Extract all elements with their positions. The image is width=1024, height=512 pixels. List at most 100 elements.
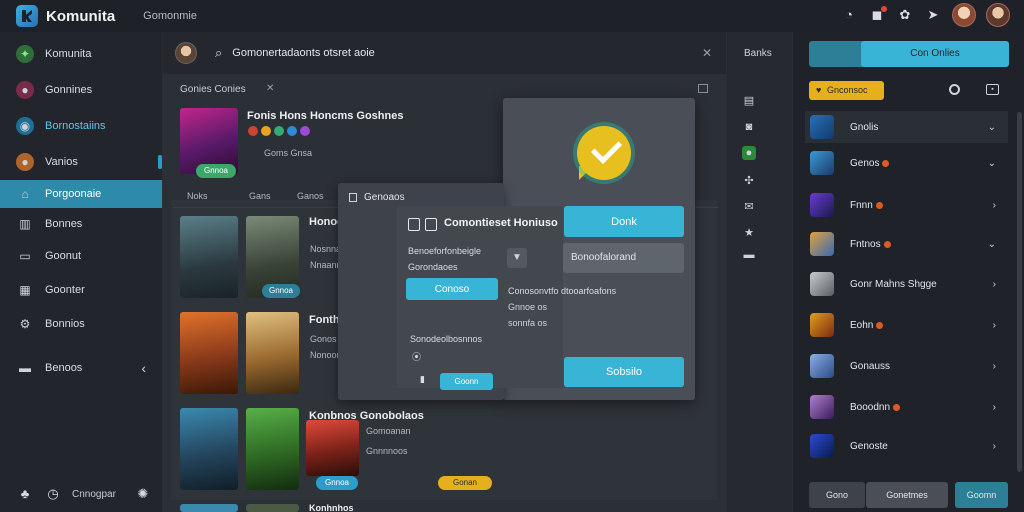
- friend-item[interactable]: Booodnn ›: [805, 391, 1008, 423]
- grid-icon: ▦: [19, 283, 31, 297]
- chevron-right-icon[interactable]: ›: [993, 402, 996, 413]
- game-cover[interactable]: [180, 216, 238, 298]
- lock-icon: ▮: [420, 374, 425, 384]
- ok-button[interactable]: Donk: [564, 206, 684, 237]
- game-title[interactable]: Konhnhos: [309, 503, 354, 512]
- settings-icon[interactable]: ✺: [134, 485, 152, 503]
- small-button[interactable]: Goonn: [440, 373, 493, 390]
- tab-gans[interactable]: Gans: [249, 191, 271, 201]
- friend-item[interactable]: Genos ⌄: [805, 147, 1008, 179]
- game-title[interactable]: Fonis Hons Honcms Goshnes: [247, 110, 403, 122]
- game-cover[interactable]: [246, 408, 299, 490]
- trash-icon[interactable]: ▼: [507, 248, 527, 268]
- game-subtitle: Gomoanan: [366, 426, 411, 436]
- sidebar-item-goonut[interactable]: ▭ Goonut: [0, 242, 162, 270]
- sidebar-item-porgoonaie[interactable]: ⌂ Porgoonaie: [0, 180, 162, 208]
- friend-item[interactable]: Gnolis ⌄: [805, 111, 1008, 143]
- search-input[interactable]: Gomonertadaonts otsret aoie: [232, 47, 374, 59]
- chevron-left-icon[interactable]: ‹: [141, 360, 146, 376]
- friend-avatar: [810, 434, 834, 458]
- connect-button[interactable]: Conoso: [406, 278, 498, 300]
- friend-avatar[interactable]: [986, 3, 1010, 27]
- menu-icon[interactable]: [698, 84, 708, 93]
- sidebar-item-bonnios[interactable]: ⚙ Bonnios: [0, 310, 162, 338]
- close-icon[interactable]: ✕: [266, 83, 274, 94]
- chevron-down-icon[interactable]: ⌄: [988, 122, 996, 133]
- send-icon[interactable]: ➤: [924, 6, 942, 24]
- bottom-button-left[interactable]: Gono: [809, 482, 865, 508]
- app-title: Komunita: [46, 7, 116, 25]
- section-title: Gonies Conies: [180, 84, 246, 95]
- close-icon[interactable]: ✕: [702, 46, 712, 60]
- sidebar-item-gonnines[interactable]: ● Gonnines: [0, 76, 162, 104]
- footer-label[interactable]: Cnnogpar: [72, 489, 116, 500]
- user-avatar[interactable]: [952, 3, 976, 27]
- game-cover[interactable]: [246, 504, 299, 512]
- active-indicator: [158, 155, 162, 169]
- top-icons: ◔ ◼ ✿ ➤: [840, 3, 1010, 27]
- sidebar-footer: ♣ ◷ Cnnogpar ✺: [0, 476, 162, 512]
- chevron-right-icon[interactable]: ›: [993, 361, 996, 372]
- chevron-right-icon[interactable]: ›: [993, 279, 996, 290]
- friend-name: Gonr Mahns Shgge: [850, 278, 937, 290]
- friend-item[interactable]: Genoste ›: [805, 430, 1008, 462]
- message-icon[interactable]: ▪: [986, 84, 999, 95]
- status-dot: [876, 321, 884, 329]
- game-cover[interactable]: [180, 504, 238, 512]
- camera-icon[interactable]: ◙: [742, 120, 756, 134]
- sidebar-item-label: Vanios: [45, 156, 78, 168]
- tab-ganos[interactable]: Ganos: [297, 191, 324, 201]
- favorites-button[interactable]: Gnconsoc: [809, 81, 884, 100]
- profile-icon[interactable]: ♣: [16, 485, 34, 503]
- mail-icon[interactable]: ✉: [742, 200, 756, 214]
- app-subtitle[interactable]: Gomonmie: [143, 10, 197, 22]
- game-subtitle: Gnnnnoos: [366, 446, 408, 456]
- puzzle-icon[interactable]: ✣: [742, 174, 756, 188]
- online-button[interactable]: Con Onlies: [861, 41, 1009, 67]
- game-title[interactable]: Konbnos Gonobolaos: [309, 410, 424, 422]
- friend-name: Gonauss: [850, 360, 891, 372]
- help-icon[interactable]: ◔: [840, 6, 858, 24]
- sidebar-item-bornostaiins[interactable]: ◉ Bornostaiins: [0, 112, 162, 140]
- sidebar-item-goonter[interactable]: ▦ Goonter: [0, 276, 162, 304]
- game-cover[interactable]: [180, 408, 238, 490]
- star-icon[interactable]: ★: [742, 226, 756, 240]
- friend-item[interactable]: Gonr Mahns Shgge ›: [805, 268, 1008, 300]
- friend-item[interactable]: Fntnos ⌄: [805, 228, 1008, 260]
- friend-item[interactable]: Eohn ›: [805, 309, 1008, 341]
- tab-noks[interactable]: Noks: [187, 191, 208, 201]
- friend-item[interactable]: Gonauss ›: [805, 350, 1008, 382]
- game-cover[interactable]: [306, 420, 359, 476]
- bottom-button-right[interactable]: Goomn: [955, 482, 1008, 508]
- field-value[interactable]: Bonoofalorand: [563, 243, 684, 273]
- sidebar-item-bonnes[interactable]: ▥ Bonnes: [0, 210, 162, 238]
- chevron-right-icon[interactable]: ›: [993, 200, 996, 211]
- icon-rail: [727, 32, 792, 512]
- chevron-down-icon[interactable]: ⌄: [988, 158, 996, 169]
- inbox-icon[interactable]: ▬: [742, 248, 756, 262]
- clock-icon[interactable]: ◷: [44, 485, 62, 503]
- friend-item[interactable]: Fnnn ›: [805, 189, 1008, 221]
- chevron-right-icon[interactable]: ›: [993, 320, 996, 331]
- confirm-button[interactable]: Sobsilo: [564, 357, 684, 387]
- sidebar-item-benoos[interactable]: ▬ Benoos ‹: [0, 354, 162, 382]
- search-bar[interactable]: ⌕ Gomonertadaonts otsret aoie ✕: [163, 32, 726, 74]
- search-icon[interactable]: ⌕: [215, 45, 222, 61]
- game-cover[interactable]: [180, 312, 238, 394]
- game-cover[interactable]: [246, 312, 299, 394]
- bottom-button-mid[interactable]: Gonetmes: [866, 482, 948, 508]
- online-toggle-left[interactable]: [809, 41, 863, 67]
- game-subtitle: Goms Gnsa: [264, 148, 313, 158]
- settings-icon[interactable]: ✿: [896, 6, 914, 24]
- friend-avatar: [810, 151, 834, 175]
- sidebar-item-komunita[interactable]: ✦ Komunita: [0, 40, 162, 68]
- notification-icon[interactable]: ◼: [868, 6, 887, 24]
- community-icon: ✦: [16, 45, 34, 63]
- status-circle-icon[interactable]: [949, 84, 960, 95]
- chevron-right-icon[interactable]: ›: [993, 441, 996, 452]
- game-icon[interactable]: ●: [742, 146, 756, 160]
- library-icon[interactable]: ▤: [742, 94, 756, 108]
- scrollbar[interactable]: [1017, 112, 1022, 472]
- sidebar-item-vanios[interactable]: ● Vanios: [0, 148, 162, 176]
- chevron-down-icon[interactable]: ⌄: [988, 239, 996, 250]
